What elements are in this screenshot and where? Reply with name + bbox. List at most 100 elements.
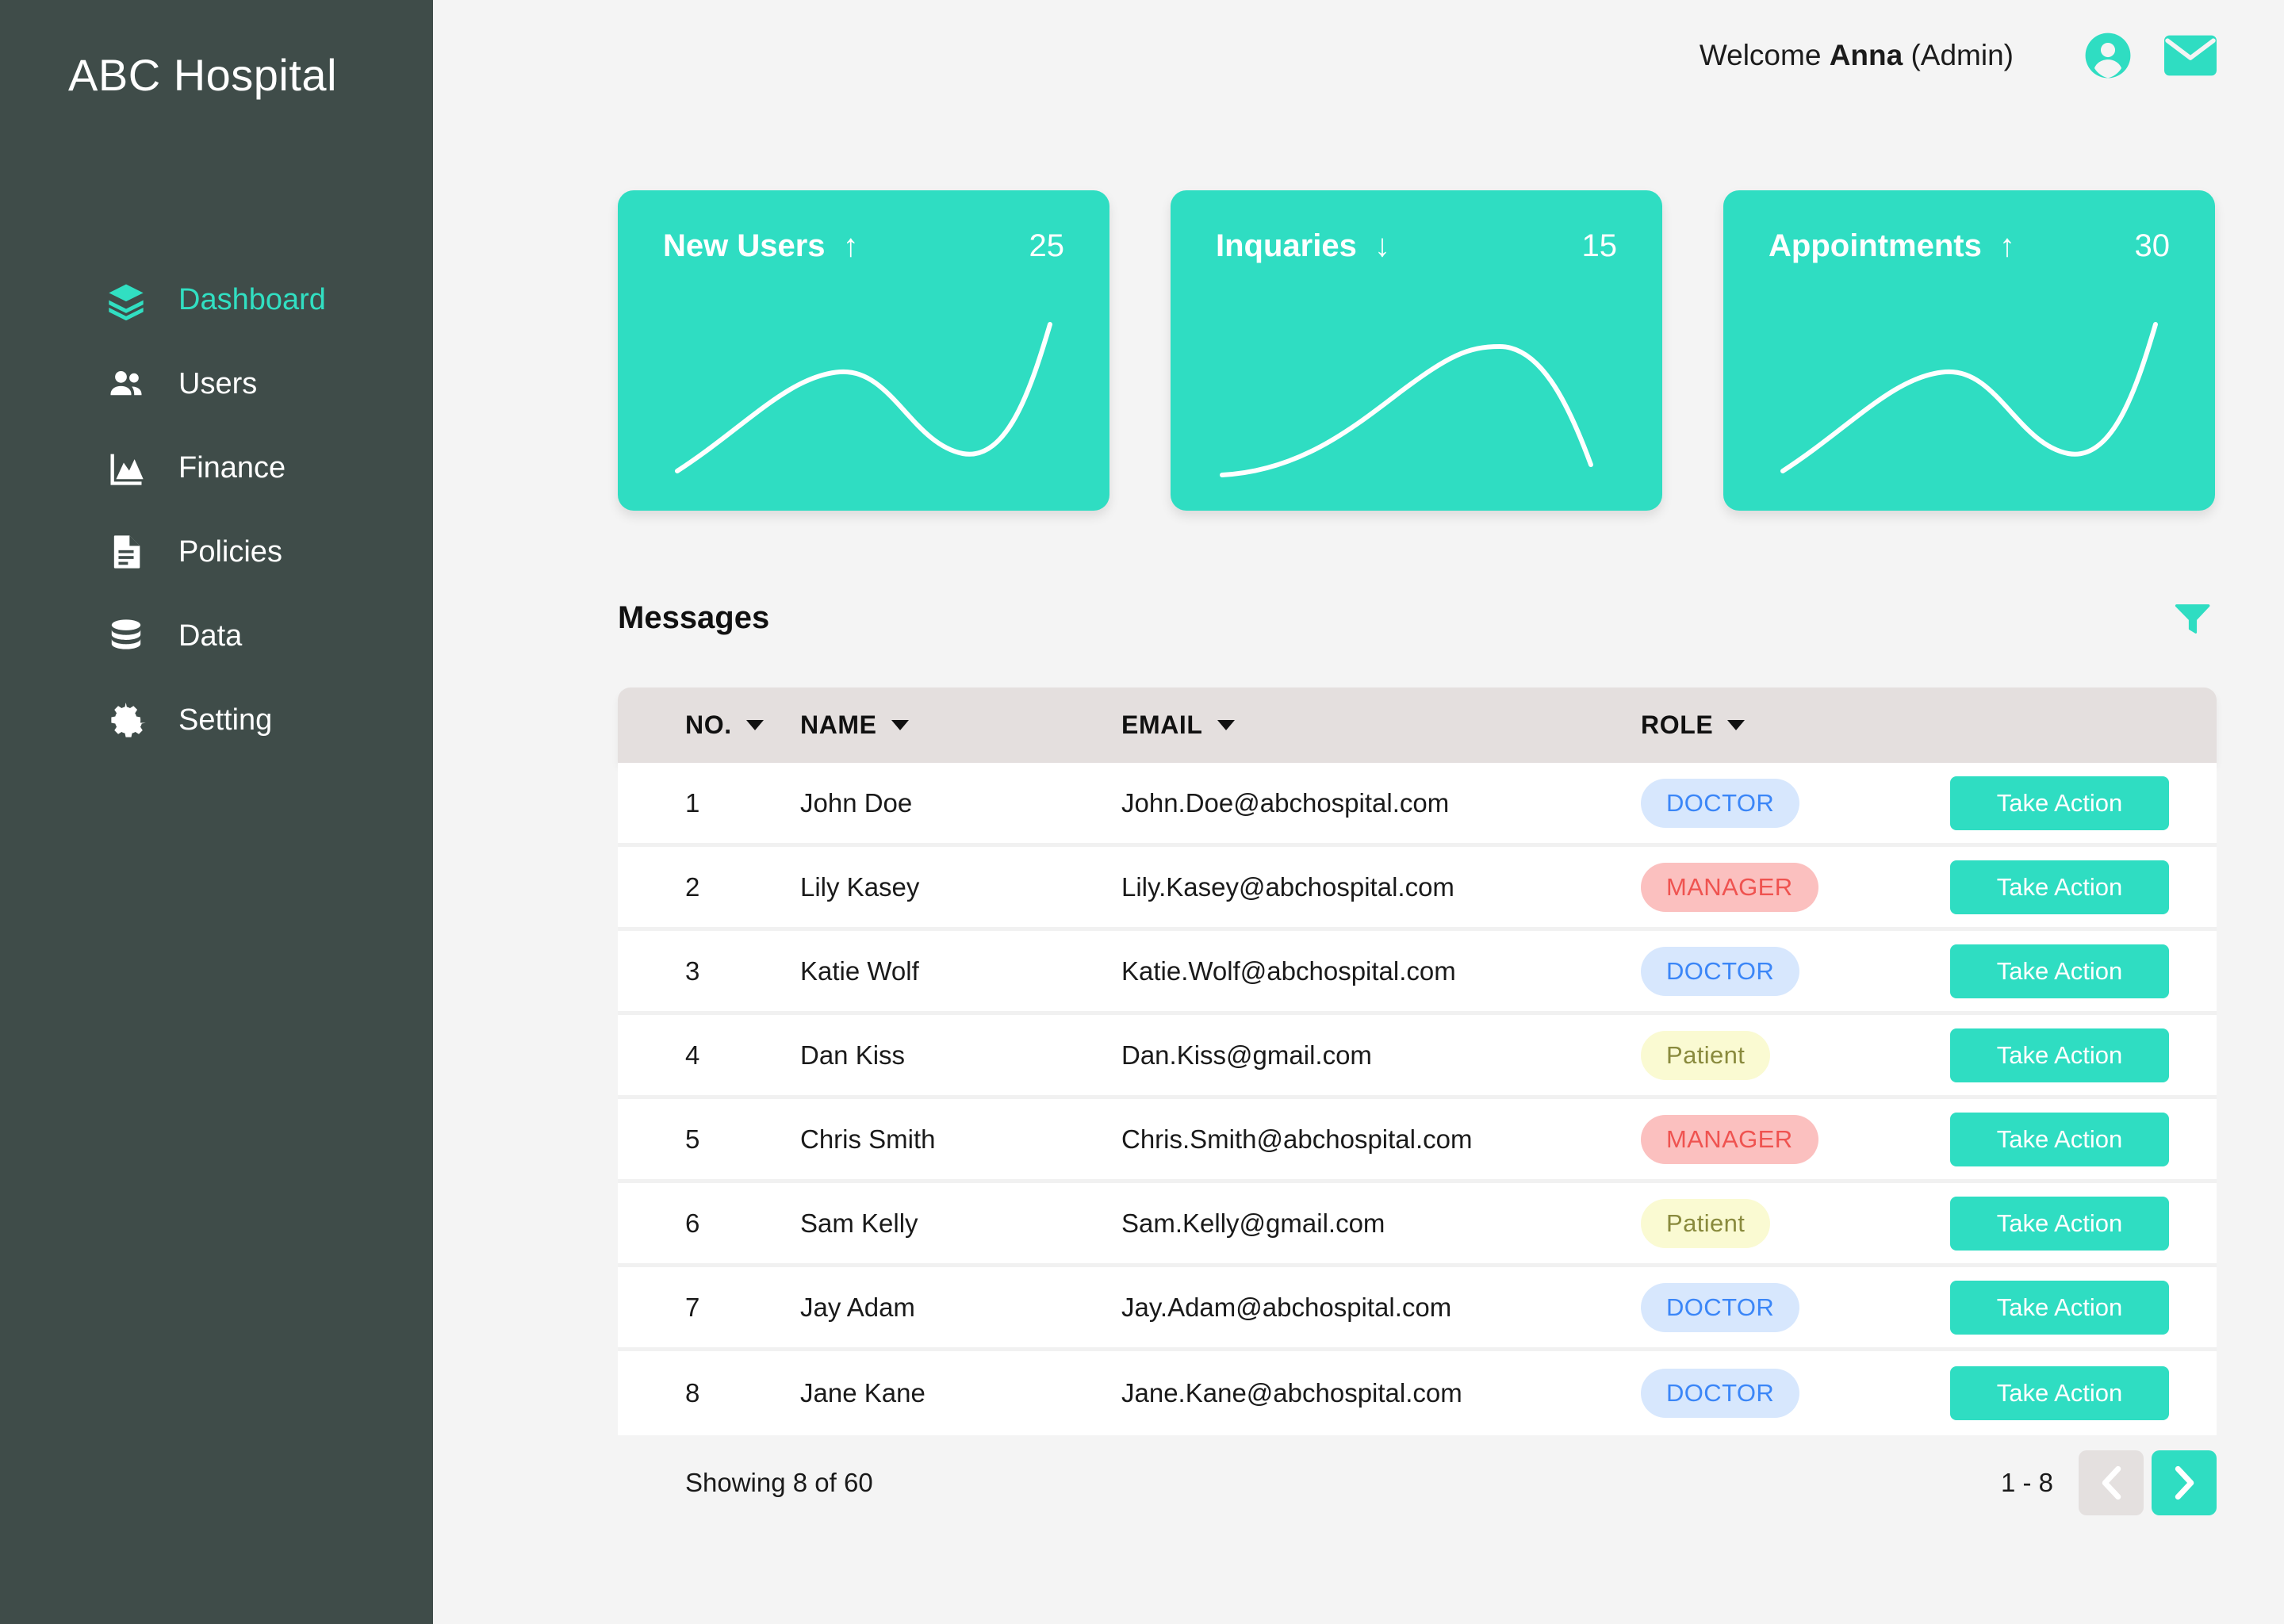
sidebar-item-finance[interactable]: Finance <box>0 426 433 510</box>
cell-action: Take Action <box>1950 1028 2217 1082</box>
cell-role: MANAGER <box>1641 862 1950 912</box>
sidebar-item-dashboard[interactable]: Dashboard <box>0 258 433 342</box>
cell-no: 8 <box>685 1378 700 1408</box>
table-header-row: NO. NAME EMAIL ROLE <box>618 688 2217 763</box>
column-label: NO. <box>685 710 732 739</box>
table-row: 3 Katie Wolf Katie.Wolf@abchospital.com DOC… <box>618 931 2217 1015</box>
sidebar-nav: Dashboard Users Finance Policies Data Se… <box>0 258 433 762</box>
cell-action: Take Action <box>1950 1280 2217 1335</box>
table-row: 7 Jay Adam Jay.Adam@abchospital.com DOCTOR T… <box>618 1267 2217 1351</box>
pagination: 1 - 8 <box>2001 1450 2217 1515</box>
chevron-down-icon <box>745 720 764 730</box>
cell-name: Sam Kelly <box>800 1208 918 1238</box>
table-row: 4 Dan Kiss Dan.Kiss@gmail.com Patient Take A… <box>618 1015 2217 1099</box>
welcome-role: (Admin) <box>1903 39 2014 71</box>
cell-role: DOCTOR <box>1641 1369 1950 1418</box>
column-label: EMAIL <box>1121 710 1203 739</box>
card-header: Appointments ↑ 30 <box>1723 190 2215 264</box>
take-action-button[interactable]: Take Action <box>1950 1112 2169 1166</box>
welcome-prefix: Welcome <box>1699 39 1830 71</box>
table-row: 6 Sam Kelly Sam.Kelly@gmail.com Patient Take… <box>618 1183 2217 1267</box>
document-icon <box>105 531 147 573</box>
filter-icon[interactable] <box>2167 594 2217 642</box>
cell-no: 2 <box>685 871 700 902</box>
sidebar-item-setting[interactable]: Setting <box>0 678 433 762</box>
sidebar-item-users[interactable]: Users <box>0 342 433 426</box>
sidebar-item-policies[interactable]: Policies <box>0 510 433 594</box>
column-header-email[interactable]: EMAIL <box>1121 710 1641 740</box>
cell-action: Take Action <box>1950 1366 2217 1420</box>
column-header-role[interactable]: ROLE <box>1641 710 1950 740</box>
cell-email: Sam.Kelly@gmail.com <box>1121 1208 1385 1238</box>
brand-title: ABC Hospital <box>68 50 338 100</box>
sidebar-item-label: Dashboard <box>178 282 326 316</box>
take-action-button[interactable]: Take Action <box>1950 776 2169 830</box>
stat-card-appointments[interactable]: Appointments ↑ 30 <box>1723 190 2215 511</box>
take-action-button[interactable]: Take Action <box>1950 1280 2169 1335</box>
card-value: 15 <box>1581 228 1618 263</box>
trend-up-icon: ↑ <box>842 228 859 263</box>
column-label: NAME <box>800 710 877 739</box>
cell-no: 3 <box>685 956 700 986</box>
messages-table: NO. NAME EMAIL ROLE 1 John Doe John.Doe@ab… <box>618 688 2217 1530</box>
sidebar-item-label: Setting <box>178 703 273 737</box>
cell-name: John Doe <box>800 787 913 818</box>
card-title: Inquaries <box>1216 228 1357 263</box>
users-icon <box>105 363 147 404</box>
cell-no: 4 <box>685 1040 700 1070</box>
cell-email: John.Doe@abchospital.com <box>1121 787 1450 818</box>
take-action-button[interactable]: Take Action <box>1950 1196 2169 1251</box>
topbar: Welcome Anna (Admin) <box>433 0 2284 111</box>
cell-email: Dan.Kiss@gmail.com <box>1121 1040 1372 1070</box>
welcome-username: Anna <box>1829 39 1903 71</box>
status-badge: Patient <box>1641 1030 1771 1080</box>
take-action-button[interactable]: Take Action <box>1950 1028 2169 1082</box>
table-row: 5 Chris Smith Chris.Smith@abchospital.com M… <box>618 1099 2217 1183</box>
cell-name: Katie Wolf <box>800 956 919 986</box>
cell-name: Dan Kiss <box>800 1040 906 1070</box>
column-header-name[interactable]: NAME <box>800 710 1121 740</box>
messages-header: Messages <box>618 594 2217 642</box>
messages-section: Messages NO. NAME EMAIL ROLE 1 John Doe Jo… <box>433 594 2284 1530</box>
cell-action: Take Action <box>1950 1196 2217 1251</box>
take-action-button[interactable]: Take Action <box>1950 944 2169 998</box>
envelope-icon[interactable] <box>2164 35 2217 76</box>
page-title: Messages <box>618 599 770 635</box>
cell-action: Take Action <box>1950 860 2217 914</box>
sparkline <box>1220 343 1593 477</box>
chevron-left-icon <box>2102 1465 2121 1500</box>
trend-down-icon: ↓ <box>1374 228 1390 263</box>
main-content: Welcome Anna (Admin) New Users ↑ 25 Inqu… <box>433 0 2284 1624</box>
take-action-button[interactable]: Take Action <box>1950 860 2169 914</box>
chart-area-icon <box>105 447 147 488</box>
sparkline <box>1780 322 2158 473</box>
cell-action: Take Action <box>1950 776 2217 830</box>
cell-email: Jane.Kane@abchospital.com <box>1121 1378 1462 1408</box>
cell-role: Patient <box>1641 1030 1950 1080</box>
welcome-text: Welcome Anna (Admin) <box>1700 39 2014 72</box>
cell-email: Jay.Adam@abchospital.com <box>1121 1292 1452 1322</box>
status-badge: MANAGER <box>1641 862 1818 912</box>
status-badge: Patient <box>1641 1198 1771 1248</box>
sidebar-item-label: Finance <box>178 450 286 485</box>
stat-card-new-users[interactable]: New Users ↑ 25 <box>618 190 1109 511</box>
prev-page-button[interactable] <box>2079 1450 2144 1515</box>
chevron-down-icon <box>1217 720 1235 730</box>
card-header: Inquaries ↓ 15 <box>1171 190 1662 264</box>
cell-role: DOCTOR <box>1641 946 1950 996</box>
stat-card-inquaries[interactable]: Inquaries ↓ 15 <box>1171 190 1662 511</box>
cell-no: 5 <box>685 1124 700 1154</box>
cell-action: Take Action <box>1950 944 2217 998</box>
next-page-button[interactable] <box>2152 1450 2217 1515</box>
status-badge: DOCTOR <box>1641 1282 1800 1332</box>
cell-name: Chris Smith <box>800 1124 936 1154</box>
card-title: Appointments <box>1769 228 1982 263</box>
card-header: New Users ↑ 25 <box>618 190 1109 264</box>
column-label: ROLE <box>1641 710 1714 739</box>
sidebar-item-data[interactable]: Data <box>0 594 433 678</box>
chevron-down-icon <box>891 720 909 730</box>
table-footer: Showing 8 of 60 1 - 8 <box>618 1435 2217 1530</box>
take-action-button[interactable]: Take Action <box>1950 1366 2169 1420</box>
column-header-no[interactable]: NO. <box>618 710 800 740</box>
user-circle-icon[interactable] <box>2083 31 2133 80</box>
